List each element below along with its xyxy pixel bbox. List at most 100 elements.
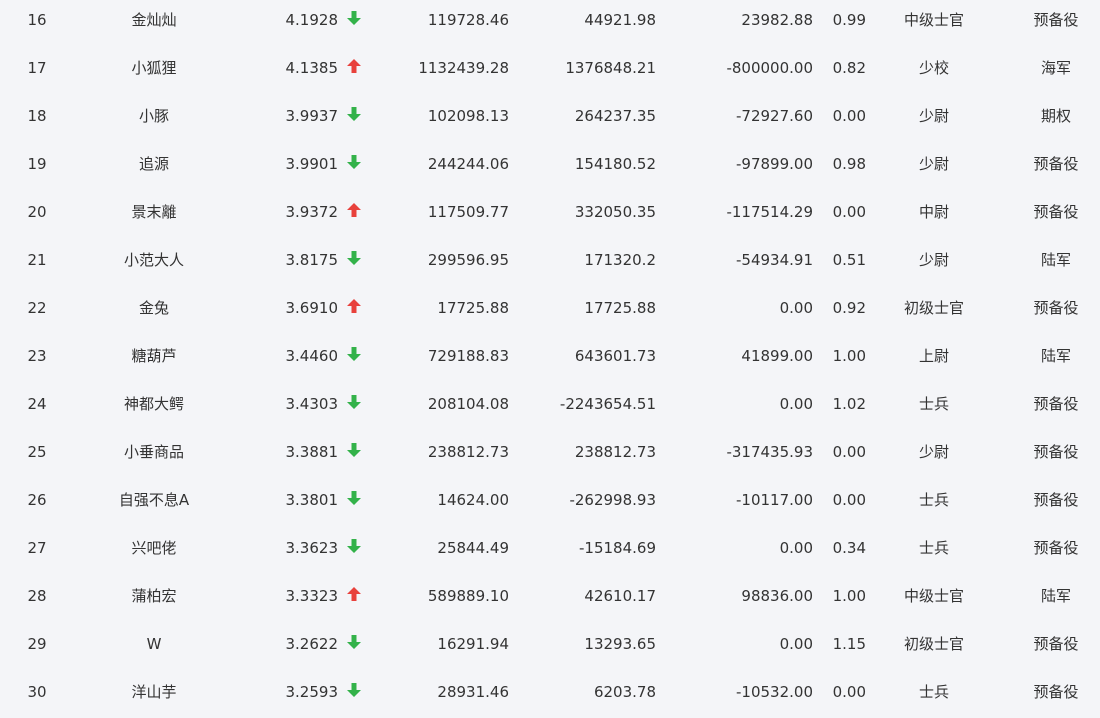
military-rank-cell: 初级士官 bbox=[903, 635, 964, 653]
value-3-cell: -117514.29 bbox=[726, 203, 813, 221]
military-rank-cell: 士兵 bbox=[918, 491, 949, 509]
military-rank-cell: 初级士官 bbox=[903, 299, 964, 317]
table-row[interactable]: 20 景末離 3.9372 117509.77 332050.35 -117514.29 0… bbox=[0, 190, 1100, 238]
branch-cell: 陆军 bbox=[1040, 251, 1071, 269]
ratio-cell: 1.00 bbox=[832, 587, 866, 605]
value-1-cell: 1132439.28 bbox=[418, 59, 509, 77]
name-cell: W bbox=[146, 635, 162, 653]
table-row[interactable]: 17 小狐狸 4.1385 1132439.28 1376848.21 -800000.0… bbox=[0, 46, 1100, 94]
ratio-cell: 1.00 bbox=[832, 347, 866, 365]
value-1-cell: 17725.88 bbox=[437, 299, 509, 317]
branch-cell: 预备役 bbox=[1033, 635, 1079, 653]
name-cell: 金灿灿 bbox=[131, 11, 177, 29]
ratio-cell: 0.51 bbox=[832, 251, 866, 269]
value-3-cell: 0.00 bbox=[779, 635, 813, 653]
name-cell: 小范大人 bbox=[123, 251, 184, 269]
score-cell: 3.3881 bbox=[285, 443, 339, 461]
score-cell: 3.4460 bbox=[285, 347, 339, 365]
military-rank-cell: 少尉 bbox=[918, 251, 949, 269]
ratio-cell: 0.99 bbox=[832, 11, 866, 29]
ratio-cell: 0.34 bbox=[832, 539, 866, 557]
table-row[interactable]: 21 小范大人 3.8175 299596.95 171320.2 -54934.91 0.… bbox=[0, 238, 1100, 286]
military-rank-cell: 少尉 bbox=[918, 443, 949, 461]
ratio-cell: 1.02 bbox=[832, 395, 866, 413]
ratio-cell: 0.00 bbox=[832, 443, 866, 461]
score-cell: 3.9937 bbox=[285, 107, 339, 125]
arrow-up-icon bbox=[345, 190, 363, 238]
name-cell: 金兔 bbox=[138, 299, 169, 317]
ratio-cell: 0.00 bbox=[832, 683, 866, 701]
branch-cell: 陆军 bbox=[1040, 587, 1071, 605]
arrow-up-icon bbox=[345, 46, 363, 94]
table-row[interactable]: 19 追源 3.9901 244244.06 154180.52 -97899.00 0.9… bbox=[0, 142, 1100, 190]
value-1-cell: 238812.73 bbox=[427, 443, 509, 461]
military-rank-cell: 少尉 bbox=[918, 107, 949, 125]
value-2-cell: 264237.35 bbox=[574, 107, 656, 125]
branch-cell: 预备役 bbox=[1033, 683, 1079, 701]
score-cell: 3.3323 bbox=[285, 587, 339, 605]
value-3-cell: 0.00 bbox=[779, 539, 813, 557]
rank-cell: 18 bbox=[27, 107, 47, 125]
rank-cell: 19 bbox=[27, 155, 47, 173]
table-row[interactable]: 29 W 3.2622 16291.94 13293.65 0.00 1.15 初级士官 预备役 bbox=[0, 622, 1100, 670]
arrow-down-icon bbox=[345, 670, 363, 718]
value-1-cell: 589889.10 bbox=[427, 587, 509, 605]
rank-cell: 26 bbox=[27, 491, 47, 509]
table-row[interactable]: 25 小垂商品 3.3881 238812.73 238812.73 -317435.93… bbox=[0, 430, 1100, 478]
name-cell: 小豚 bbox=[138, 107, 169, 125]
value-1-cell: 25844.49 bbox=[437, 539, 509, 557]
value-3-cell: -72927.60 bbox=[736, 107, 813, 125]
value-3-cell: 0.00 bbox=[779, 395, 813, 413]
value-1-cell: 16291.94 bbox=[437, 635, 509, 653]
table-row[interactable]: 30 洋山芋 3.2593 28931.46 6203.78 -10532.00 0.00 士… bbox=[0, 670, 1100, 718]
value-2-cell: 332050.35 bbox=[574, 203, 656, 221]
value-2-cell: 17725.88 bbox=[584, 299, 656, 317]
rank-cell: 27 bbox=[27, 539, 47, 557]
table-row[interactable]: 28 蒲柏宏 3.3323 589889.10 42610.17 98836.00 1.00… bbox=[0, 574, 1100, 622]
rank-cell: 21 bbox=[27, 251, 47, 269]
name-cell: 蒲柏宏 bbox=[131, 587, 177, 605]
table-row[interactable]: 26 自强不息A 3.3801 14624.00 -262998.93 -10117.00… bbox=[0, 478, 1100, 526]
value-2-cell: 13293.65 bbox=[584, 635, 656, 653]
value-1-cell: 117509.77 bbox=[427, 203, 509, 221]
rank-cell: 24 bbox=[27, 395, 47, 413]
arrow-down-icon bbox=[345, 382, 363, 430]
name-cell: 洋山芋 bbox=[131, 683, 177, 701]
table-row[interactable]: 18 小豚 3.9937 102098.13 264237.35 -72927.60 0.0… bbox=[0, 94, 1100, 142]
value-2-cell: -262998.93 bbox=[569, 491, 656, 509]
name-cell: 小狐狸 bbox=[131, 59, 177, 77]
arrow-up-icon bbox=[345, 286, 363, 334]
military-rank-cell: 士兵 bbox=[918, 395, 949, 413]
rank-cell: 23 bbox=[27, 347, 47, 365]
value-2-cell: 42610.17 bbox=[584, 587, 656, 605]
rank-cell: 17 bbox=[27, 59, 47, 77]
rank-cell: 22 bbox=[27, 299, 47, 317]
value-2-cell: 1376848.21 bbox=[565, 59, 656, 77]
rank-cell: 30 bbox=[27, 683, 47, 701]
military-rank-cell: 中级士官 bbox=[903, 587, 964, 605]
branch-cell: 陆军 bbox=[1040, 347, 1071, 365]
branch-cell: 预备役 bbox=[1033, 443, 1079, 461]
table-row[interactable]: 27 兴吧佬 3.3623 25844.49 -15184.69 0.00 0.34 士兵 预备… bbox=[0, 526, 1100, 574]
branch-cell: 预备役 bbox=[1033, 491, 1079, 509]
arrow-down-icon bbox=[345, 526, 363, 574]
table-row[interactable]: 16 金灿灿 4.1928 119728.46 44921.98 23982.88 0.99… bbox=[0, 0, 1100, 46]
value-3-cell: -317435.93 bbox=[726, 443, 813, 461]
branch-cell: 海军 bbox=[1040, 59, 1071, 77]
value-2-cell: 6203.78 bbox=[593, 683, 656, 701]
value-2-cell: -2243654.51 bbox=[559, 395, 656, 413]
arrow-down-icon bbox=[345, 430, 363, 478]
ratio-cell: 0.92 bbox=[832, 299, 866, 317]
military-rank-cell: 少校 bbox=[918, 59, 949, 77]
table-row[interactable]: 23 糖葫芦 3.4460 729188.83 643601.73 41899.00 1.0… bbox=[0, 334, 1100, 382]
name-cell: 糖葫芦 bbox=[131, 347, 177, 365]
value-3-cell: 98836.00 bbox=[741, 587, 813, 605]
value-3-cell: 41899.00 bbox=[741, 347, 813, 365]
value-3-cell: 0.00 bbox=[779, 299, 813, 317]
name-cell: 神都大鳄 bbox=[123, 395, 184, 413]
value-3-cell: -10117.00 bbox=[736, 491, 813, 509]
table-row[interactable]: 24 神都大鳄 3.4303 208104.08 -2243654.51 0.00 1.02… bbox=[0, 382, 1100, 430]
table-row[interactable]: 22 金兔 3.6910 17725.88 17725.88 0.00 0.92 初级士官 预备… bbox=[0, 286, 1100, 334]
military-rank-cell: 士兵 bbox=[918, 539, 949, 557]
value-1-cell: 28931.46 bbox=[437, 683, 509, 701]
